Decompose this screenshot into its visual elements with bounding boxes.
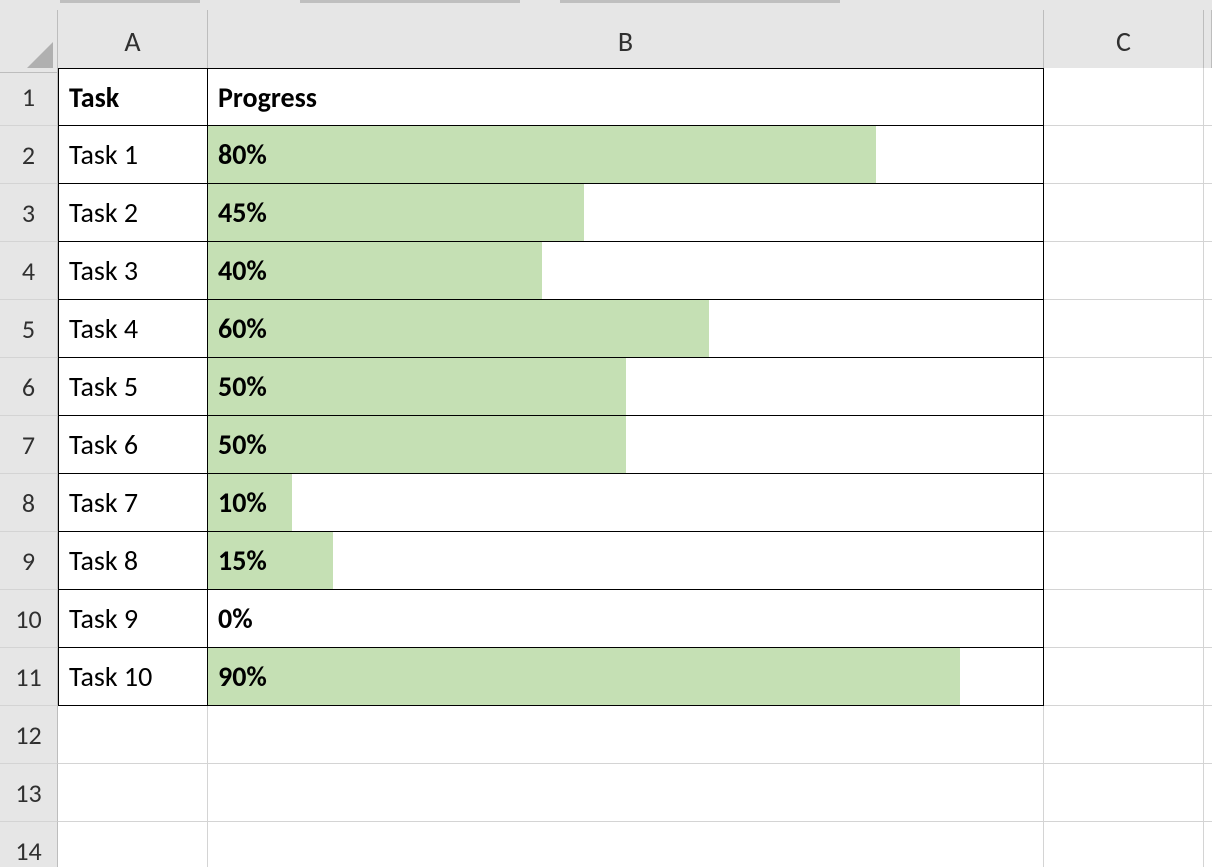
cell-overflow[interactable] bbox=[1204, 242, 1212, 300]
column-header-b[interactable]: B bbox=[208, 10, 1044, 73]
row-header[interactable]: 7 bbox=[0, 416, 58, 474]
row-header[interactable]: 4 bbox=[0, 242, 58, 300]
cell-a9[interactable]: Task 8 bbox=[58, 532, 208, 590]
cell-c3[interactable] bbox=[1044, 184, 1204, 242]
progress-label: 0% bbox=[208, 590, 253, 648]
cell-overflow[interactable] bbox=[1204, 184, 1212, 242]
progress-label: 45% bbox=[208, 184, 267, 242]
cell-overflow[interactable] bbox=[1204, 590, 1212, 648]
cell-overflow[interactable] bbox=[1204, 822, 1212, 867]
cell-overflow[interactable] bbox=[1204, 126, 1212, 184]
select-all-corner[interactable] bbox=[0, 10, 58, 73]
ribbon-fragment bbox=[0, 0, 1212, 10]
progress-label: 40% bbox=[208, 242, 267, 300]
row-header[interactable]: 8 bbox=[0, 474, 58, 532]
cell-a10[interactable]: Task 9 bbox=[58, 590, 208, 648]
cell-b14[interactable] bbox=[208, 822, 1044, 867]
cell-b2[interactable]: 80% bbox=[208, 126, 1044, 184]
progress-bar bbox=[208, 300, 709, 357]
spreadsheet-grid[interactable]: A B C 1 Task Progress 2 Task 1 80% 3 Tas… bbox=[0, 10, 1212, 867]
progress-label: 50% bbox=[208, 358, 267, 416]
progress-bar bbox=[208, 648, 960, 705]
cell-b8[interactable]: 10% bbox=[208, 474, 1044, 532]
cell-c5[interactable] bbox=[1044, 300, 1204, 358]
cell-c11[interactable] bbox=[1044, 648, 1204, 706]
row-header[interactable]: 1 bbox=[0, 68, 58, 126]
row-header[interactable]: 12 bbox=[0, 706, 58, 764]
row-header[interactable]: 13 bbox=[0, 764, 58, 822]
cell-a14[interactable] bbox=[58, 822, 208, 867]
cell-c9[interactable] bbox=[1044, 532, 1204, 590]
cell-a13[interactable] bbox=[58, 764, 208, 822]
cell-b6[interactable]: 50% bbox=[208, 358, 1044, 416]
cell-b7[interactable]: 50% bbox=[208, 416, 1044, 474]
cell-c12[interactable] bbox=[1044, 706, 1204, 764]
row-header[interactable]: 5 bbox=[0, 300, 58, 358]
cell-overflow[interactable] bbox=[1204, 532, 1212, 590]
progress-label: 60% bbox=[208, 300, 267, 358]
cell-b13[interactable] bbox=[208, 764, 1044, 822]
progress-bar bbox=[208, 358, 626, 415]
progress-label: 10% bbox=[208, 474, 267, 532]
cell-b1[interactable]: Progress bbox=[208, 68, 1044, 126]
cell-overflow[interactable] bbox=[1204, 648, 1212, 706]
cell-c1[interactable] bbox=[1044, 68, 1204, 126]
progress-bar bbox=[208, 126, 876, 183]
cell-c8[interactable] bbox=[1044, 474, 1204, 532]
cell-c10[interactable] bbox=[1044, 590, 1204, 648]
cell-a11[interactable]: Task 10 bbox=[58, 648, 208, 706]
progress-label: 90% bbox=[208, 648, 267, 706]
cell-c2[interactable] bbox=[1044, 126, 1204, 184]
cell-a8[interactable]: Task 7 bbox=[58, 474, 208, 532]
row-header[interactable]: 2 bbox=[0, 126, 58, 184]
row-header[interactable]: 10 bbox=[0, 590, 58, 648]
progress-label: 80% bbox=[208, 126, 267, 184]
progress-bar bbox=[208, 416, 626, 473]
cell-a4[interactable]: Task 3 bbox=[58, 242, 208, 300]
cell-b9[interactable]: 15% bbox=[208, 532, 1044, 590]
row-header[interactable]: 3 bbox=[0, 184, 58, 242]
cell-c14[interactable] bbox=[1044, 822, 1204, 867]
cell-a7[interactable]: Task 6 bbox=[58, 416, 208, 474]
cell-overflow[interactable] bbox=[1204, 764, 1212, 822]
cell-overflow[interactable] bbox=[1204, 474, 1212, 532]
cell-a3[interactable]: Task 2 bbox=[58, 184, 208, 242]
cell-a1[interactable]: Task bbox=[58, 68, 208, 126]
cell-overflow[interactable] bbox=[1204, 68, 1212, 126]
cell-c13[interactable] bbox=[1044, 764, 1204, 822]
select-all-triangle-icon bbox=[27, 42, 53, 68]
cell-b5[interactable]: 60% bbox=[208, 300, 1044, 358]
cell-overflow[interactable] bbox=[1204, 358, 1212, 416]
row-header[interactable]: 9 bbox=[0, 532, 58, 590]
row-header[interactable]: 6 bbox=[0, 358, 58, 416]
cell-b12[interactable] bbox=[208, 706, 1044, 764]
progress-label: 50% bbox=[208, 416, 267, 474]
cell-overflow[interactable] bbox=[1204, 300, 1212, 358]
cell-a2[interactable]: Task 1 bbox=[58, 126, 208, 184]
column-header-a[interactable]: A bbox=[58, 10, 208, 73]
cell-b11[interactable]: 90% bbox=[208, 648, 1044, 706]
row-header[interactable]: 11 bbox=[0, 648, 58, 706]
cell-b3[interactable]: 45% bbox=[208, 184, 1044, 242]
cell-c6[interactable] bbox=[1044, 358, 1204, 416]
cell-a12[interactable] bbox=[58, 706, 208, 764]
cell-a5[interactable]: Task 4 bbox=[58, 300, 208, 358]
column-header-c[interactable]: C bbox=[1044, 10, 1204, 73]
cell-b4[interactable]: 40% bbox=[208, 242, 1044, 300]
cell-overflow[interactable] bbox=[1204, 416, 1212, 474]
row-header[interactable]: 14 bbox=[0, 822, 58, 867]
column-header-overflow bbox=[1204, 10, 1212, 73]
cell-b10[interactable]: 0% bbox=[208, 590, 1044, 648]
cell-overflow[interactable] bbox=[1204, 706, 1212, 764]
progress-label: 15% bbox=[208, 532, 267, 590]
cell-c7[interactable] bbox=[1044, 416, 1204, 474]
cell-c4[interactable] bbox=[1044, 242, 1204, 300]
cell-a6[interactable]: Task 5 bbox=[58, 358, 208, 416]
